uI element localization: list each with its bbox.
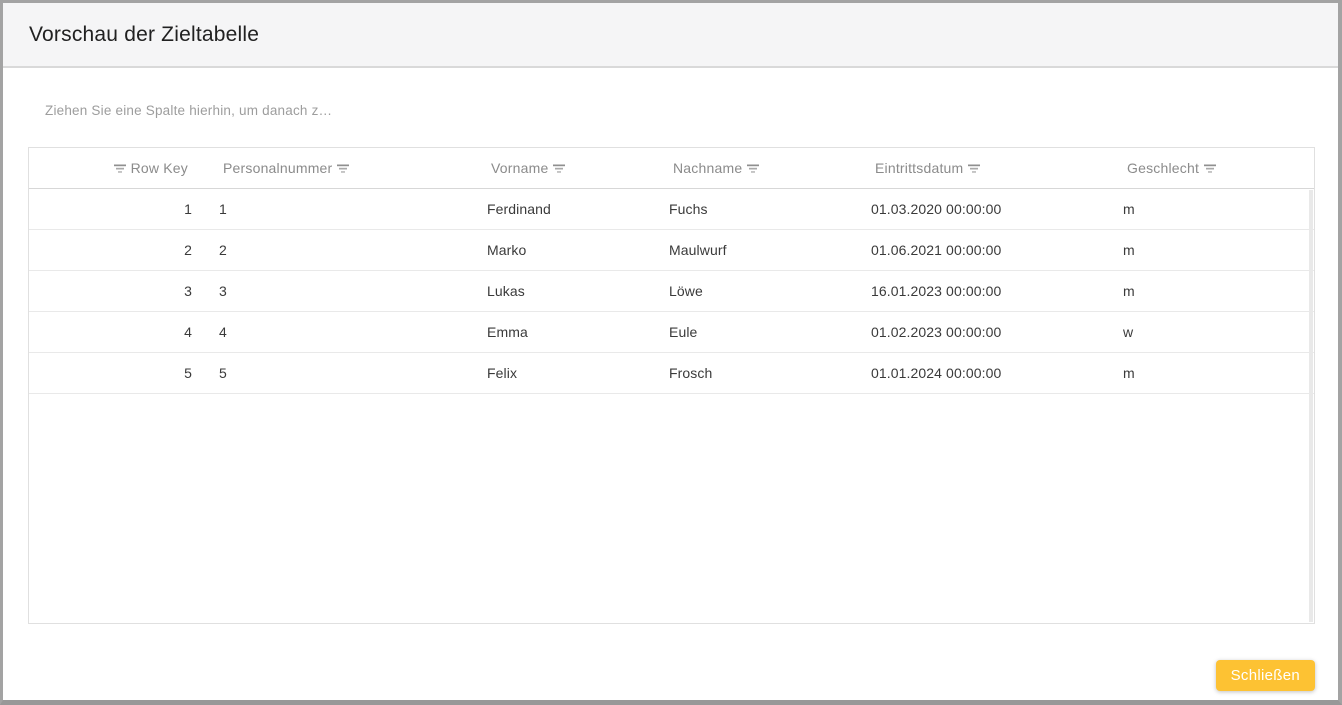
column-header-eintrittsdatum[interactable]: Eintrittsdatum <box>855 148 1107 188</box>
table-cell: 3 <box>29 271 203 311</box>
table-cell: 1 <box>29 189 203 229</box>
table-row[interactable]: 33LukasLöwe16.01.2023 00:00:00m <box>29 271 1314 312</box>
table-body: 11FerdinandFuchs01.03.2020 00:00:00m22Ma… <box>29 189 1314 394</box>
table-cell: 01.02.2023 00:00:00 <box>855 312 1107 352</box>
dialog-titlebar: Vorschau der Zieltabelle <box>3 3 1338 68</box>
column-header-personalnummer[interactable]: Personalnummer <box>203 148 471 188</box>
table-cell: 5 <box>203 353 471 393</box>
dialog-window: Vorschau der Zieltabelle Ziehen Sie eine… <box>0 0 1342 705</box>
group-by-drop-zone[interactable]: Ziehen Sie eine Spalte hierhin, um danac… <box>45 98 332 122</box>
table-cell: w <box>1107 312 1314 352</box>
column-header-vorname[interactable]: Vorname <box>471 148 653 188</box>
table-cell: m <box>1107 189 1314 229</box>
table-cell: Maulwurf <box>653 230 855 270</box>
column-header-label: Eintrittsdatum <box>875 160 963 176</box>
table-cell: m <box>1107 271 1314 311</box>
group-panel-hint: Ziehen Sie eine Spalte hierhin, um danac… <box>45 103 332 118</box>
table-row[interactable]: 22MarkoMaulwurf01.06.2021 00:00:00m <box>29 230 1314 271</box>
scrollbar-track[interactable] <box>1309 190 1313 622</box>
table-cell: 16.01.2023 00:00:00 <box>855 271 1107 311</box>
column-header-row-key[interactable]: Row Key <box>29 148 203 188</box>
table-cell: 01.03.2020 00:00:00 <box>855 189 1107 229</box>
table-cell: 2 <box>29 230 203 270</box>
table-header-row: Row Key Personalnummer Vorname Nachname Eint… <box>29 148 1314 189</box>
table-cell: Marko <box>471 230 653 270</box>
column-header-label: Row Key <box>131 160 188 176</box>
column-header-label: Geschlecht <box>1127 160 1199 176</box>
table-cell: m <box>1107 230 1314 270</box>
table-cell: Frosch <box>653 353 855 393</box>
table-cell: Ferdinand <box>471 189 653 229</box>
table-cell: 01.06.2021 00:00:00 <box>855 230 1107 270</box>
close-button[interactable]: Schließen <box>1216 660 1315 691</box>
table-cell: Fuchs <box>653 189 855 229</box>
filter-icon[interactable] <box>746 163 760 174</box>
table-cell: 1 <box>203 189 471 229</box>
column-header-label: Nachname <box>673 160 742 176</box>
column-header-label: Personalnummer <box>223 160 332 176</box>
table-cell: 5 <box>29 353 203 393</box>
dialog-body: Ziehen Sie eine Spalte hierhin, um danac… <box>3 68 1338 698</box>
table-cell: Löwe <box>653 271 855 311</box>
filter-icon[interactable] <box>1203 163 1217 174</box>
table-row[interactable]: 44EmmaEule01.02.2023 00:00:00w <box>29 312 1314 353</box>
table-cell: Felix <box>471 353 653 393</box>
table-cell: Lukas <box>471 271 653 311</box>
table-cell: Emma <box>471 312 653 352</box>
filter-icon[interactable] <box>967 163 981 174</box>
table-cell: 01.01.2024 00:00:00 <box>855 353 1107 393</box>
table-row[interactable]: 11FerdinandFuchs01.03.2020 00:00:00m <box>29 189 1314 230</box>
column-header-geschlecht[interactable]: Geschlecht <box>1107 148 1314 188</box>
filter-icon[interactable] <box>113 163 127 174</box>
table-row[interactable]: 55FelixFrosch01.01.2024 00:00:00m <box>29 353 1314 394</box>
dialog-title: Vorschau der Zieltabelle <box>29 23 259 47</box>
table-cell: 4 <box>29 312 203 352</box>
filter-icon[interactable] <box>336 163 350 174</box>
table-cell: 2 <box>203 230 471 270</box>
table-cell: 4 <box>203 312 471 352</box>
column-header-nachname[interactable]: Nachname <box>653 148 855 188</box>
table-cell: 3 <box>203 271 471 311</box>
filter-icon[interactable] <box>552 163 566 174</box>
data-grid: Row Key Personalnummer Vorname Nachname Eint… <box>28 147 1315 624</box>
table-cell: m <box>1107 353 1314 393</box>
table-cell: Eule <box>653 312 855 352</box>
column-header-label: Vorname <box>491 160 548 176</box>
